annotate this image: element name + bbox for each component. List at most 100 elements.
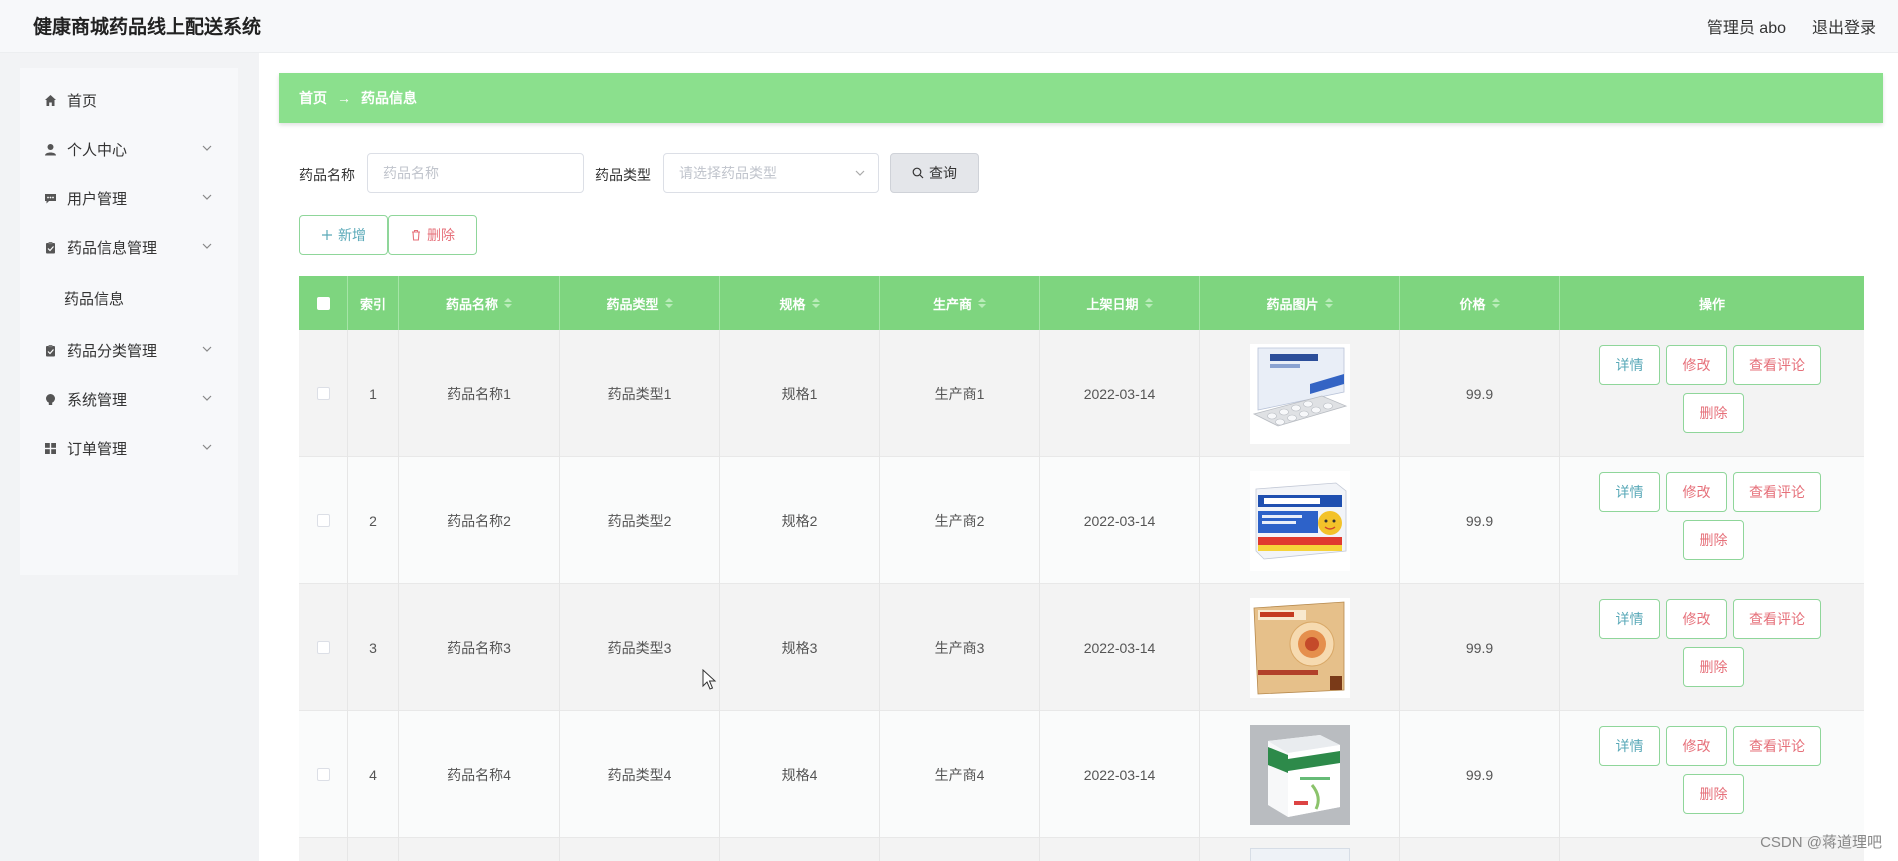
- delete-button[interactable]: 删除: [1683, 774, 1744, 814]
- detail-button[interactable]: 详情: [1599, 345, 1660, 385]
- sort-icon[interactable]: [1324, 298, 1333, 308]
- chevron-down-icon: [202, 395, 212, 401]
- watermark: CSDN @蒋道理吧: [1760, 834, 1882, 851]
- delete-button[interactable]: 删除: [1683, 647, 1744, 687]
- table-row: 1 药品名称1 药品类型1 规格1 生产商1 2022-03-14 99.9 详…: [299, 330, 1864, 457]
- mouse-cursor-icon: [702, 669, 717, 690]
- sort-icon[interactable]: [811, 298, 820, 308]
- drug-image[interactable]: [1249, 724, 1350, 825]
- search-icon: [912, 167, 924, 179]
- actions-cell: 详情 修改 查看评论 删除: [1560, 457, 1864, 584]
- type-cell: 药品类型1: [560, 330, 720, 457]
- drug-image[interactable]: [1249, 470, 1350, 571]
- actions-cell: 详情 修改 查看评论 删除: [1560, 711, 1864, 838]
- sidebar-item-drug-category-mgmt[interactable]: 药品分类管理: [20, 330, 238, 370]
- row-checkbox[interactable]: [316, 641, 330, 654]
- price-cell: 99.9: [1400, 457, 1560, 584]
- logout-link[interactable]: 退出登录: [1812, 14, 1876, 38]
- sidebar-menu: 首页 个人中心 用户管理 药品信息管理 药品信息 药品分类管理 系统管理 订单管…: [20, 68, 238, 575]
- row-checkbox[interactable]: [316, 387, 330, 400]
- sidebar-item-label: 首页: [67, 92, 98, 110]
- chevron-down-icon: [202, 194, 212, 200]
- date-cell: 2022-03-14: [1040, 584, 1200, 711]
- column-header-label: 操作: [1698, 296, 1725, 312]
- column-header-name[interactable]: 药品名称: [399, 276, 560, 330]
- row-checkbox[interactable]: [316, 768, 330, 781]
- sort-icon[interactable]: [1491, 298, 1500, 308]
- view-comments-button[interactable]: 查看评论: [1733, 472, 1821, 512]
- sidebar-item-system-mgmt[interactable]: 系统管理: [20, 379, 238, 419]
- detail-button[interactable]: 详情: [1599, 472, 1660, 512]
- edit-button[interactable]: 修改: [1666, 345, 1727, 385]
- sidebar-subitem-drug-info[interactable]: 药品信息: [64, 278, 124, 318]
- row-select-cell: [299, 838, 348, 861]
- clipboard-icon: [43, 240, 57, 254]
- column-header-label: 规格: [779, 296, 806, 312]
- column-header-label: 药品类型: [606, 296, 659, 312]
- drug-name-placeholder: 药品名称: [383, 165, 439, 181]
- row-select-cell: [299, 711, 348, 838]
- sidebar-item-home[interactable]: 首页: [20, 80, 238, 120]
- detail-button[interactable]: 详情: [1599, 726, 1660, 766]
- sort-icon[interactable]: [1144, 298, 1153, 308]
- maker-cell: [880, 838, 1040, 861]
- view-comments-button[interactable]: 查看评论: [1733, 726, 1821, 766]
- add-button[interactable]: 新增: [299, 215, 388, 255]
- edit-button[interactable]: 修改: [1666, 599, 1727, 639]
- column-header-label: 生产商: [932, 296, 972, 312]
- actions-cell: 详情 修改 查看评论 删除: [1560, 584, 1864, 711]
- column-header-actions: 操作: [1560, 276, 1864, 330]
- column-header-label: 价格: [1459, 296, 1486, 312]
- drug-image[interactable]: [1249, 848, 1350, 861]
- index-cell: 1: [348, 330, 399, 457]
- drug-name-input[interactable]: 药品名称: [367, 153, 584, 193]
- sidebar-item-drug-info-mgmt[interactable]: 药品信息管理: [20, 227, 238, 267]
- batch-delete-button[interactable]: 删除: [388, 215, 477, 255]
- column-header-price[interactable]: 价格: [1400, 276, 1560, 330]
- image-cell: [1200, 457, 1400, 584]
- spec-cell: 规格4: [720, 711, 880, 838]
- breadcrumb-current: 药品信息: [361, 90, 417, 106]
- column-header-maker[interactable]: 生产商: [880, 276, 1040, 330]
- drug-image[interactable]: [1249, 343, 1350, 444]
- row-checkbox[interactable]: [316, 514, 330, 527]
- delete-button[interactable]: 删除: [1683, 393, 1744, 433]
- user-icon: [43, 142, 57, 156]
- column-header-type[interactable]: 药品类型: [560, 276, 720, 330]
- sidebar-item-users[interactable]: 用户管理: [20, 178, 238, 218]
- sort-icon[interactable]: [978, 298, 986, 308]
- date-cell: 2022-03-14: [1040, 711, 1200, 838]
- clipboard-icon: [43, 343, 57, 357]
- sort-icon[interactable]: [504, 298, 512, 308]
- sidebar-item-profile[interactable]: 个人中心: [20, 129, 238, 169]
- date-cell: [1040, 838, 1200, 861]
- column-header-image[interactable]: 药品图片: [1200, 276, 1400, 330]
- maker-cell: 生产商2: [880, 457, 1040, 584]
- drug-image[interactable]: [1249, 597, 1350, 698]
- type-cell: [560, 838, 720, 861]
- price-cell: 99.9: [1400, 584, 1560, 711]
- column-header-spec[interactable]: 规格: [720, 276, 880, 330]
- row-select-cell: [299, 584, 348, 711]
- date-cell: 2022-03-14: [1040, 457, 1200, 584]
- edit-button[interactable]: 修改: [1666, 472, 1727, 512]
- row-select-cell: [299, 330, 348, 457]
- column-header-date[interactable]: 上架日期: [1040, 276, 1200, 330]
- breadcrumb-home[interactable]: 首页: [299, 88, 327, 108]
- price-cell: [1400, 838, 1560, 861]
- home-icon: [43, 93, 57, 107]
- delete-button[interactable]: 删除: [1683, 520, 1744, 560]
- sort-icon[interactable]: [664, 298, 673, 308]
- sidebar-item-label: 系统管理: [67, 391, 128, 409]
- query-button[interactable]: 查询: [890, 153, 979, 193]
- view-comments-button[interactable]: 查看评论: [1733, 599, 1821, 639]
- sidebar-item-orders[interactable]: 订单管理: [20, 428, 238, 468]
- view-comments-button[interactable]: 查看评论: [1733, 345, 1821, 385]
- index-cell: 3: [348, 584, 399, 711]
- detail-button[interactable]: 详情: [1599, 599, 1660, 639]
- select-all-checkbox[interactable]: [316, 296, 330, 310]
- image-cell: [1200, 584, 1400, 711]
- edit-button[interactable]: 修改: [1666, 726, 1727, 766]
- drug-name-label: 药品名称: [299, 167, 355, 183]
- drug-type-select[interactable]: 请选择药品类型: [663, 153, 879, 193]
